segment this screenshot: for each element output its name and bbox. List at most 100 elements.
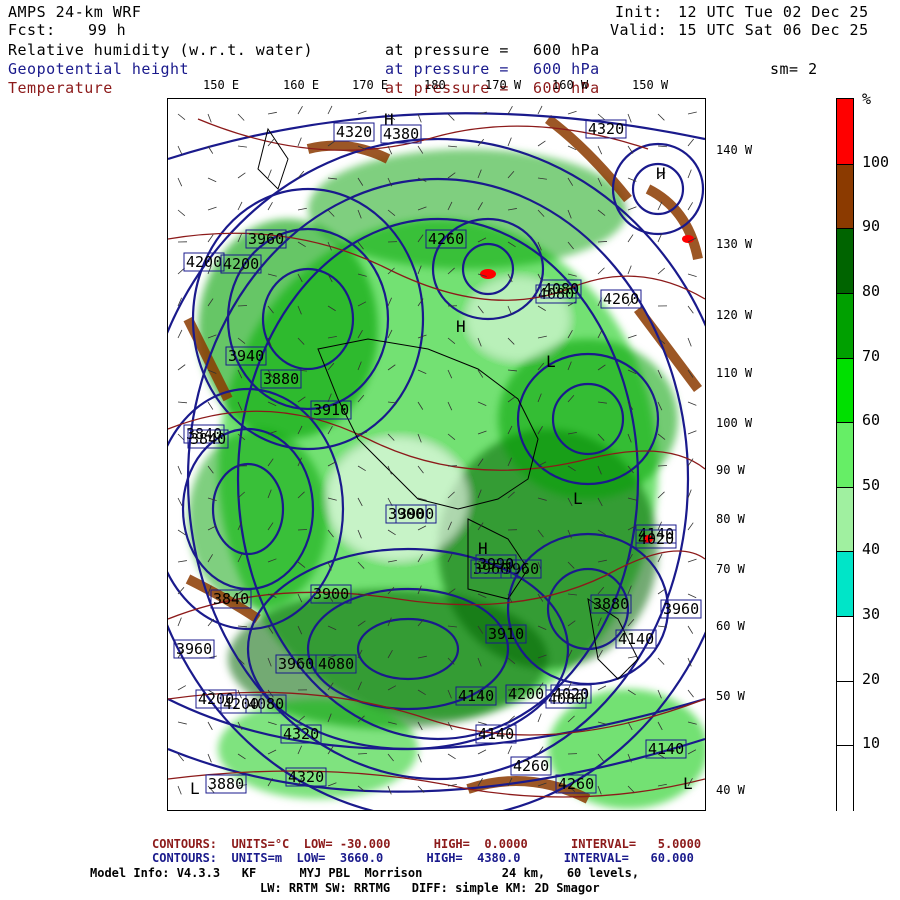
height-contour-label: 3990 (478, 555, 514, 573)
wind-barb (177, 364, 186, 371)
field-temp-name: Temperature (8, 79, 113, 97)
wind-barb (177, 329, 183, 339)
wind-barb (687, 305, 694, 314)
rh-region (498, 339, 678, 499)
wind-barb (687, 430, 697, 435)
wind-barb (657, 267, 665, 275)
height-contour-label: 3900 (313, 585, 349, 603)
colorbar-label: 80 (862, 281, 881, 300)
wind-barb (297, 106, 303, 115)
colorbar-segment (837, 99, 853, 164)
wind-barb (297, 137, 302, 147)
height-contour-label: 4260 (428, 230, 464, 248)
lat-label-140w: 140 W (716, 143, 753, 157)
wind-barb (657, 657, 665, 665)
wind-barb (687, 337, 692, 347)
lat-label-50w: 50 W (716, 689, 745, 703)
map-panel: H H H L L L H L 3880 4320 4320 4080 4200 4140… (167, 98, 706, 811)
wind-barb (357, 753, 368, 755)
wind-barb (177, 785, 182, 795)
rh-region (188, 429, 328, 609)
wind-barb (477, 749, 487, 755)
colorbar-label: 30 (862, 605, 881, 624)
height-contour-label: 3840 (213, 590, 249, 608)
wind-barb (627, 655, 637, 659)
height-contour-label: 3910 (313, 401, 349, 419)
height-contour-label: 4140 (458, 687, 494, 705)
height-contour-label: 3910 (488, 625, 524, 643)
field-rh-level: 600 hPa (533, 41, 600, 59)
height-contour-label: 3840 (190, 430, 226, 448)
valid-time: 15 UTC Sat 06 Dec 25 (678, 21, 869, 39)
wind-barb (267, 111, 277, 115)
height-contour-label: 4080 (318, 655, 354, 673)
wind-barb (177, 685, 187, 691)
wind-barb (177, 401, 187, 404)
field-rh-name: Relative humidity (w.r.t. water) (8, 41, 313, 59)
wind-barb (657, 113, 665, 121)
colorbar-segment (837, 486, 853, 553)
pressure-center-low: L (190, 779, 200, 798)
colorbar-label: 70 (862, 346, 881, 365)
colorbar-segment (837, 228, 853, 294)
lat-label-60w: 60 W (716, 619, 745, 633)
colorbar-segment (837, 745, 853, 811)
wind-barb (687, 273, 697, 278)
wind-barb (627, 113, 632, 123)
pressure-center-low: L (683, 774, 693, 793)
wind-barb (687, 138, 694, 147)
colorbar-segment (837, 616, 853, 682)
lat-label-40w: 40 W (716, 783, 745, 797)
wind-barb (237, 201, 243, 211)
wind-barb (297, 529, 308, 531)
wind-barb (327, 105, 333, 115)
wind-barb (627, 234, 634, 243)
wind-barb (207, 206, 217, 211)
wind-barb (657, 553, 663, 563)
wind-barb (597, 113, 606, 121)
height-contour-label: 3960 (248, 230, 284, 248)
wind-barb (177, 113, 186, 120)
wind-barb (687, 522, 694, 531)
wind-barb (657, 465, 668, 467)
smoothing-label: sm= 2 (770, 60, 818, 78)
wind-barb (687, 625, 694, 634)
wind-barb (207, 721, 213, 731)
wind-barb (297, 207, 307, 211)
wind-barb (687, 401, 697, 406)
wind-barb (597, 241, 608, 243)
height-contour-label: 4200 (223, 695, 259, 713)
wind-barb (207, 113, 212, 123)
wind-barb (207, 753, 212, 763)
height-contour-info: CONTOURS: UNITS=m LOW= 3660.0 HIGH= 4380… (152, 851, 694, 865)
wind-barb (237, 172, 246, 179)
height-contour-label: 3960 (663, 600, 699, 618)
wind-barb (687, 558, 697, 563)
wind-barb (687, 593, 697, 599)
colorbar-label: 20 (862, 669, 881, 688)
wind-barb (177, 721, 187, 725)
wind-barb (267, 169, 272, 179)
height-contour-label: 4260 (558, 775, 594, 793)
wind-barb (177, 177, 183, 187)
colorbar-label: 50 (862, 475, 881, 494)
field-height-level-text: at pressure = (385, 60, 509, 78)
wind-barb (537, 140, 546, 147)
height-contour-label: 4380 (383, 125, 419, 143)
colorbar-segment (837, 422, 853, 488)
colorbar-label: 10 (862, 734, 881, 753)
lon-label-180: 180 (424, 78, 446, 92)
wind-barb (177, 560, 187, 563)
wind-barb (657, 588, 666, 595)
colorbar-label: 40 (862, 540, 881, 559)
lat-label-120w: 120 W (716, 308, 753, 322)
model-title: AMPS 24-km WRF (8, 3, 142, 21)
wind-barb (357, 110, 367, 115)
height-contour-label: 4260 (513, 757, 549, 775)
field-height-level: 600 hPa (533, 60, 600, 78)
pressure-center-low: L (573, 489, 583, 508)
wind-barb (687, 111, 697, 115)
height-contour-label: 4020 (638, 530, 674, 548)
wind-barb (537, 713, 542, 723)
wind-barb (237, 625, 248, 628)
